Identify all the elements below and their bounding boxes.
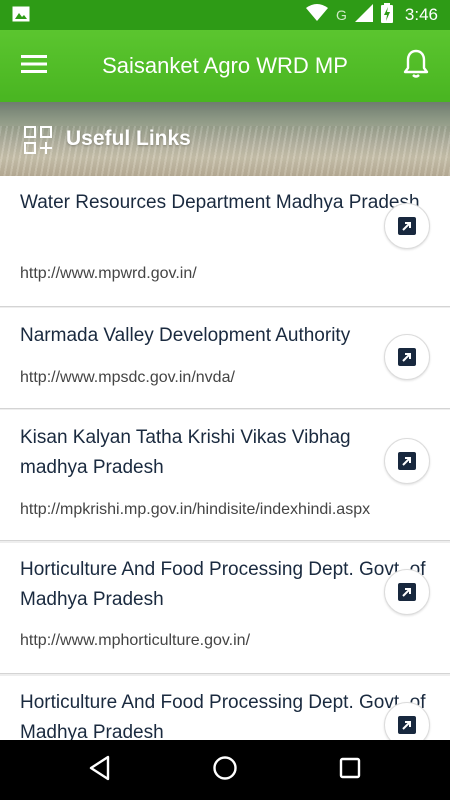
recents-button[interactable] xyxy=(334,754,366,786)
open-link-icon xyxy=(398,452,416,470)
open-link-button[interactable] xyxy=(384,203,430,249)
open-link-button[interactable] xyxy=(384,702,430,740)
link-card[interactable]: Horticulture And Food Processing Dept. G… xyxy=(0,676,450,740)
link-card[interactable]: Narmada Valley Development Authority htt… xyxy=(0,308,450,409)
link-card[interactable]: Water Resources Department Madhya Prades… xyxy=(0,176,450,307)
clock: 3:46 xyxy=(404,5,438,24)
link-title: Narmada Valley Development Authority xyxy=(20,325,351,346)
app-title: Saisanket Agro WRD MP xyxy=(102,53,348,78)
link-url[interactable]: http://www.mphorticulture.gov.in/ xyxy=(20,632,250,650)
system-nav-bar xyxy=(0,740,450,800)
link-title: Water Resources Department Madhya Prades… xyxy=(20,192,420,213)
open-link-icon xyxy=(398,716,416,734)
bell-icon xyxy=(402,49,430,84)
image-notification-icon xyxy=(12,6,30,22)
section-banner: Useful Links xyxy=(0,102,450,176)
back-icon xyxy=(88,755,112,786)
link-url[interactable]: http://www.mpsdc.gov.in/nvda/ xyxy=(20,369,235,387)
home-icon xyxy=(212,755,238,786)
network-type-label: G xyxy=(336,7,347,23)
open-link-button[interactable] xyxy=(384,438,430,484)
hamburger-menu-icon xyxy=(21,54,47,79)
open-link-icon xyxy=(398,583,416,601)
link-url[interactable]: http://www.mpwrd.gov.in/ xyxy=(20,265,197,283)
battery-charging-icon xyxy=(380,2,393,28)
status-bar: G 3:46 xyxy=(0,0,450,30)
section-title: Useful Links xyxy=(66,127,191,150)
link-card[interactable]: Kisan Kalyan Tatha Krishi Vikas Vibhag m… xyxy=(0,410,450,541)
link-title: Horticulture And Food Processing Dept. G… xyxy=(20,559,426,610)
open-link-icon xyxy=(398,217,416,235)
open-link-icon xyxy=(398,348,416,366)
signal-icon xyxy=(354,3,373,27)
link-title: Kisan Kalyan Tatha Krishi Vikas Vibhag m… xyxy=(20,427,351,478)
menu-button[interactable] xyxy=(14,48,54,84)
open-link-button[interactable] xyxy=(384,569,430,615)
app-bar: Saisanket Agro WRD MP xyxy=(0,30,450,102)
wifi-icon xyxy=(306,3,329,27)
grid-add-icon xyxy=(24,126,52,154)
open-link-button[interactable] xyxy=(384,334,430,380)
link-url[interactable]: http://mpkrishi.mp.gov.in/hindisite/inde… xyxy=(20,501,370,519)
link-title: Horticulture And Food Processing Dept. G… xyxy=(20,692,426,740)
recents-icon xyxy=(339,757,361,784)
home-button[interactable] xyxy=(209,754,241,786)
links-list: Water Resources Department Madhya Prades… xyxy=(0,176,450,740)
back-button[interactable] xyxy=(84,754,116,786)
link-card[interactable]: Horticulture And Food Processing Dept. G… xyxy=(0,543,450,674)
notifications-button[interactable] xyxy=(398,48,434,84)
